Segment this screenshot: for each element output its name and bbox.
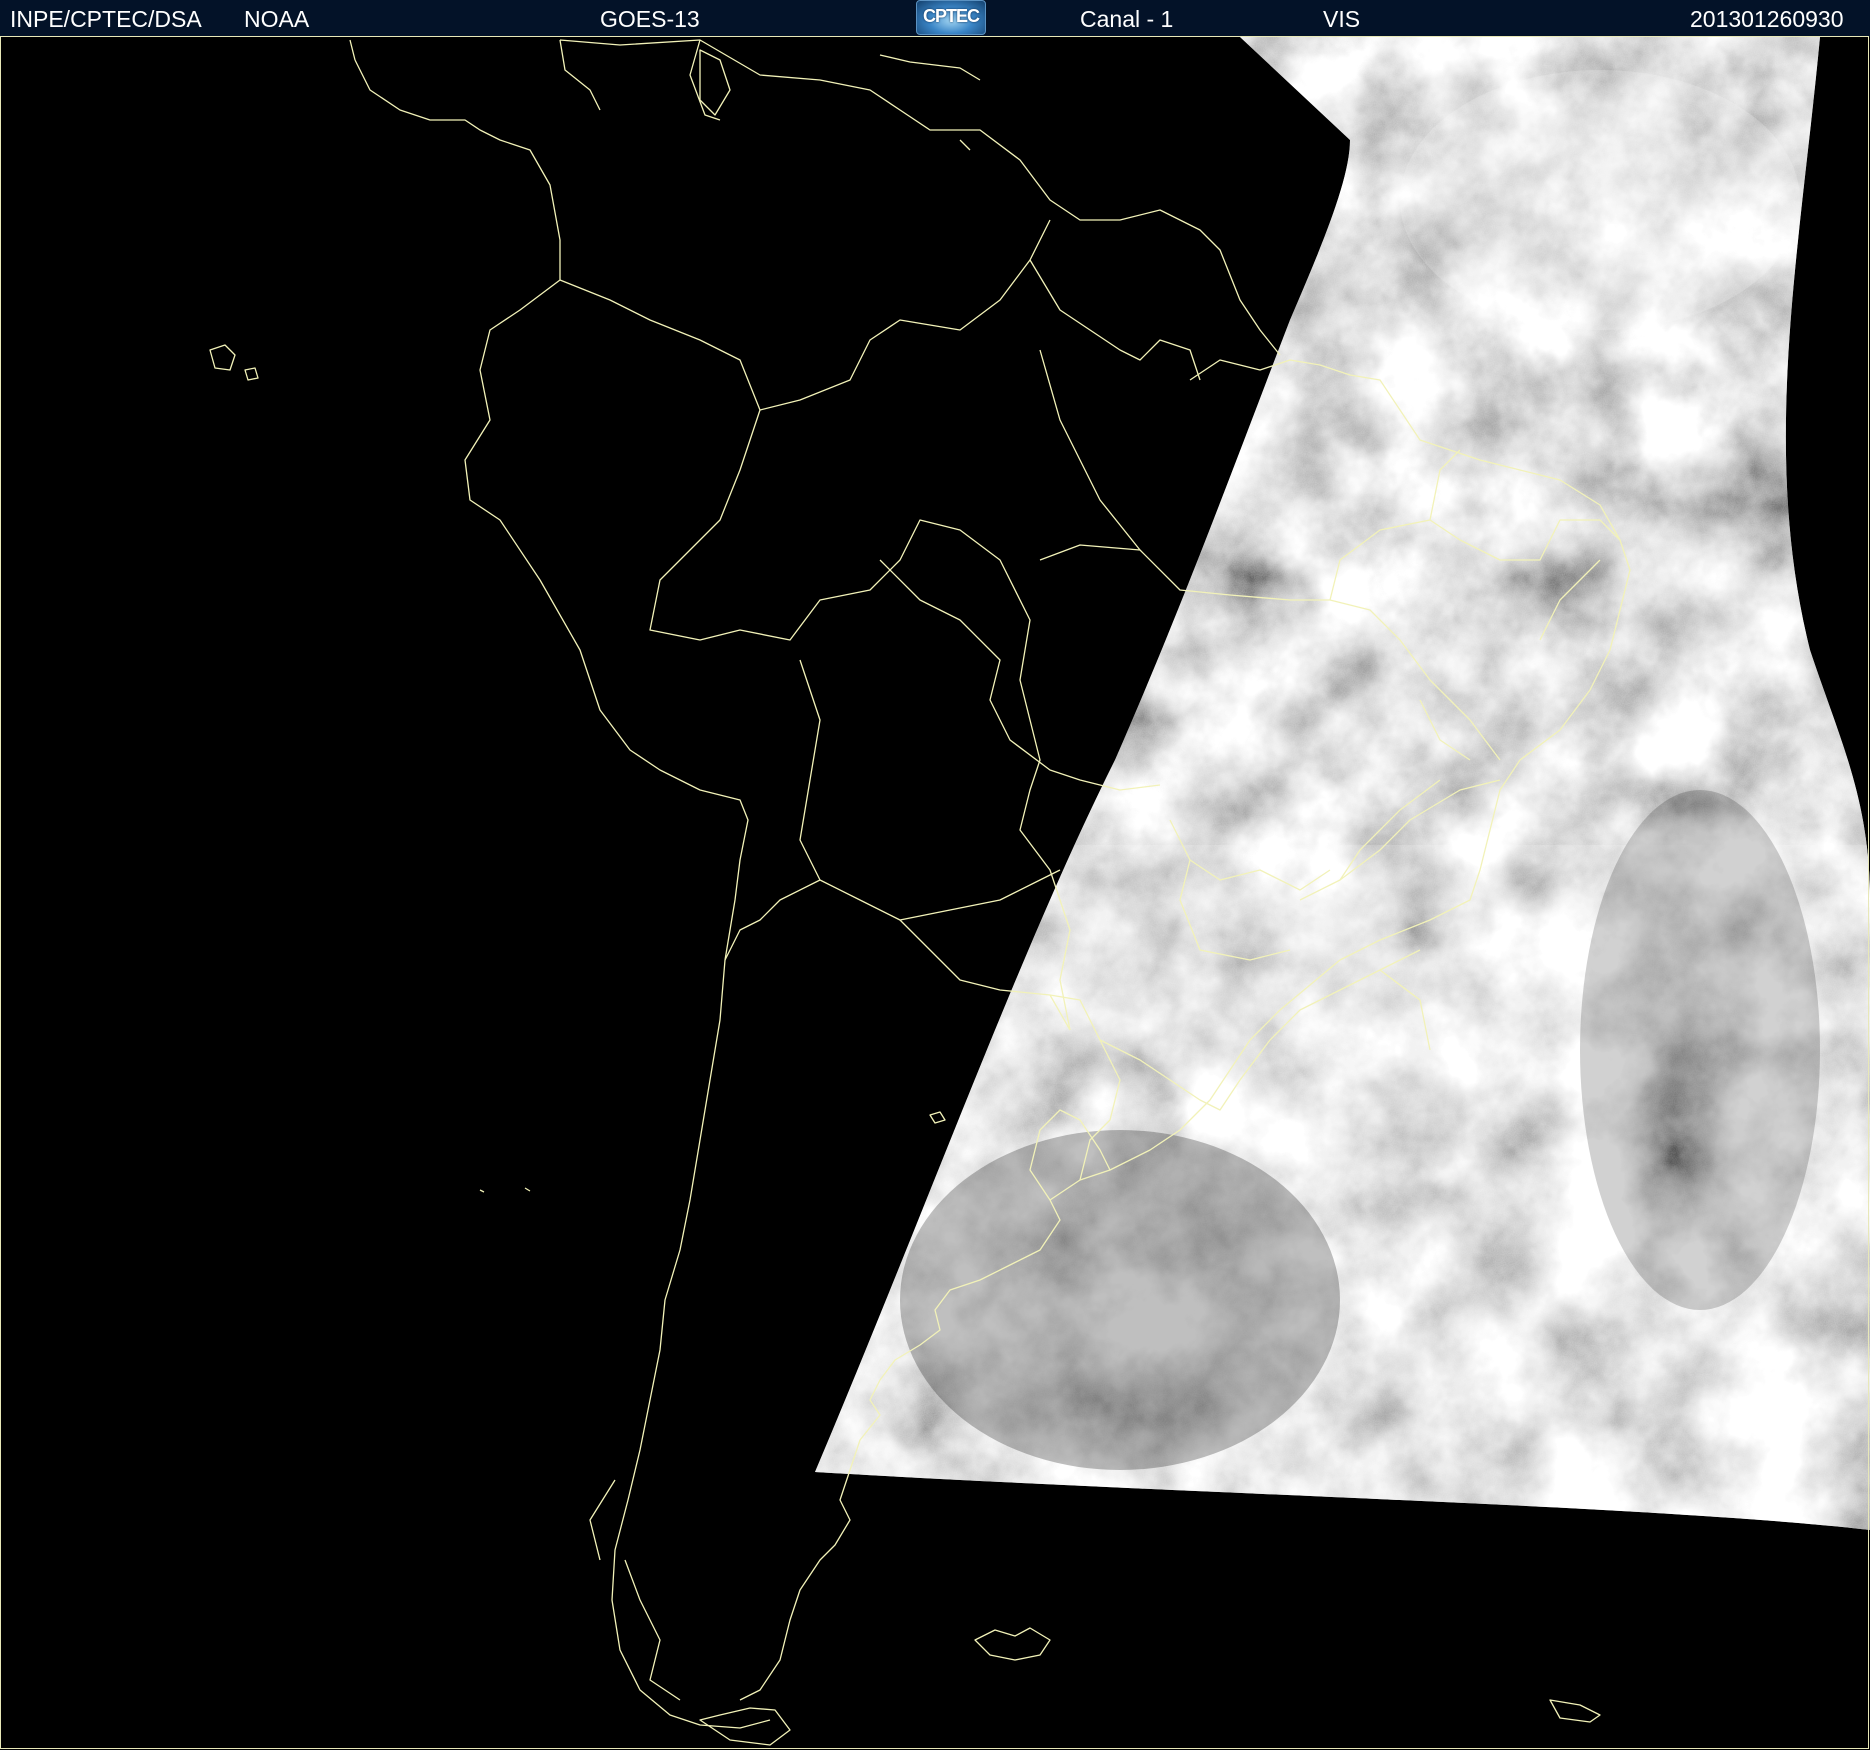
satellite-label: GOES-13 — [600, 6, 700, 32]
cptec-logo: CPTEC — [916, 0, 986, 35]
agency-label: NOAA — [244, 6, 310, 32]
timestamp-label: 201301260930 — [1690, 6, 1844, 32]
channel-label: Canal - 1 — [1080, 6, 1174, 32]
organization-label: INPE/CPTEC/DSA — [10, 6, 202, 32]
image-header: INPE/CPTEC/DSA NOAA GOES-13 CPTEC Canal … — [0, 0, 1870, 37]
logo-text: CPTEC — [922, 6, 980, 26]
band-label: VIS — [1323, 6, 1361, 32]
satellite-map — [0, 37, 1870, 1750]
